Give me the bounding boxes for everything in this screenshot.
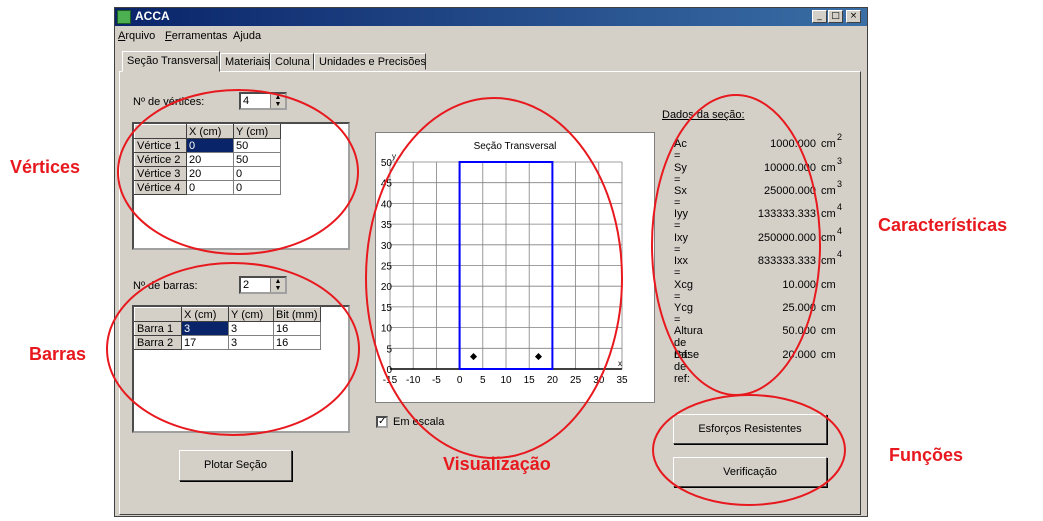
annotation-visualizacao: Visualização [443,454,551,474]
barras-circle [106,262,360,436]
annotation-overlay [106,89,846,506]
visualizacao-circle [365,97,623,459]
caracteristicas-circle [651,94,821,396]
funcoes-circle [652,394,846,506]
annotation-caracteristicas: Características [878,215,1008,235]
annotation-vertices: Vértices [10,157,81,177]
annotation-funcoes: Funções [889,445,964,465]
vertices-circle [117,89,359,255]
annotation-barras: Barras [29,344,87,364]
